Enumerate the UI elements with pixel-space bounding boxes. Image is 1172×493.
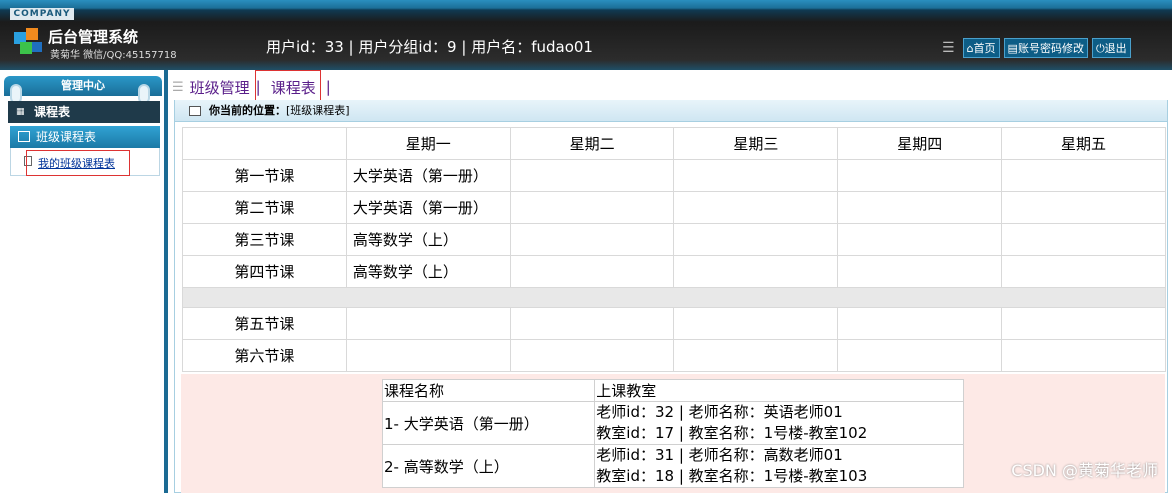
window-icon: [189, 106, 201, 116]
legend-room: 教室id：18 | 教室名称：1号楼-教室103: [596, 467, 868, 485]
course-cell: [837, 307, 1003, 340]
course-cell: 大学英语（第一册）: [345, 191, 511, 224]
tab-separator: |: [325, 78, 331, 96]
legend-teacher: 老师id：32 | 老师名称：英语老师01: [596, 403, 843, 421]
app-header: COMPANY 后台管理系统 黄菊华 微信/QQ:45157718 用户id：3…: [0, 0, 1172, 70]
period-label: 第四节课: [182, 255, 347, 288]
course-cell: [345, 307, 511, 340]
change-password-label: 账号密码修改: [1017, 42, 1084, 55]
sidebar-group-label: 班级课程表: [36, 130, 97, 144]
change-password-button[interactable]: ▤账号密码修改: [1003, 38, 1088, 58]
day-header: 星期五: [1001, 127, 1166, 160]
location-value: [班级课程表]: [286, 104, 350, 117]
course-cell: [673, 223, 839, 256]
period-label: 第五节课: [182, 307, 347, 340]
separator-cell: [182, 287, 1166, 308]
course-cell: 高等数学（上）: [345, 223, 511, 256]
course-cell: [509, 159, 675, 192]
course-cell: [673, 191, 839, 224]
grid-icon: ▦: [16, 107, 25, 117]
period-label: 第一节课: [182, 159, 347, 192]
course-cell: [1001, 191, 1166, 224]
legend-details: 老师id：31 | 老师名称：高数老师01 教室id：18 | 教室名称：1号楼…: [594, 444, 964, 488]
day-header: 星期四: [837, 127, 1003, 160]
system-subtitle: 黄菊华 微信/QQ:45157718: [50, 50, 177, 61]
course-cell: [345, 339, 511, 372]
tab-class-management[interactable]: 班级管理: [184, 77, 256, 98]
day-header: 星期一: [345, 127, 511, 160]
table-row: 第五节课: [182, 307, 1166, 340]
tab-list-icon: ☰: [172, 79, 184, 95]
legend-room: 教室id：17 | 教室名称：1号楼-教室102: [596, 424, 868, 442]
company-badge: COMPANY: [10, 8, 74, 20]
legend-details: 老师id：32 | 老师名称：英语老师01 教室id：17 | 教室名称：1号楼…: [594, 401, 964, 445]
legend-teacher: 老师id：31 | 老师名称：高数老师01: [596, 446, 843, 464]
course-cell: [509, 307, 675, 340]
course-cell: [837, 255, 1003, 288]
logout-button[interactable]: ⏻退出: [1091, 38, 1131, 58]
menu-icon[interactable]: ☰: [942, 40, 955, 56]
table-row: 第二节课 大学英语（第一册）: [182, 191, 1166, 224]
corner-cell: [182, 127, 347, 160]
table-header-row: 星期一 星期二 星期三 星期四 星期五: [182, 127, 1166, 160]
course-cell: [509, 223, 675, 256]
day-header: 星期二: [509, 127, 675, 160]
table-row: 第三节课 高等数学（上）: [182, 223, 1166, 256]
home-button[interactable]: ⌂首页: [962, 38, 1000, 58]
course-cell: 高等数学（上）: [345, 255, 511, 288]
header-links: ☰ ⌂首页 ▤账号密码修改 ⏻退出: [942, 38, 1131, 58]
legend-header: 课程名称: [381, 379, 596, 402]
sidebar: 管理中心 ▦ 课程表 班级课程表 我的班级课程表: [0, 70, 168, 493]
legend-header: 上课教室: [594, 379, 964, 402]
course-cell: 大学英语（第一册）: [345, 159, 511, 192]
legend-course-name: 1- 大学英语（第一册）: [381, 401, 596, 445]
course-cell: [509, 339, 675, 372]
day-header: 星期三: [673, 127, 839, 160]
course-cell: [673, 159, 839, 192]
course-cell: [837, 191, 1003, 224]
tab-bar: ☰ 班级管理 | 课程表 |: [172, 70, 1172, 104]
course-cell: [1001, 255, 1166, 288]
table-row: 第四节课 高等数学（上）: [182, 255, 1166, 288]
course-cell: [673, 255, 839, 288]
course-cell: [1001, 307, 1166, 340]
lunch-separator-row: [182, 287, 1166, 308]
logout-label: 退出: [1104, 42, 1127, 55]
period-label: 第二节课: [182, 191, 347, 224]
course-cell: [837, 339, 1003, 372]
legend-row: 1- 大学英语（第一册） 老师id：32 | 老师名称：英语老师01 教室id：…: [381, 401, 964, 445]
list-icon: [18, 131, 30, 142]
period-label: 第三节课: [182, 223, 347, 256]
course-cell: [673, 307, 839, 340]
table-row: 第六节课: [182, 339, 1166, 372]
highlight-box: [255, 70, 321, 104]
location-prefix: 你当前的位置：: [209, 104, 286, 117]
schedule-table: 星期一 星期二 星期三 星期四 星期五 第一节课 大学英语（第一册） 第二节课 …: [182, 127, 1166, 372]
course-cell: [509, 255, 675, 288]
watermark: CSDN @黄菊华老师: [1011, 461, 1158, 480]
sidebar-group-class-schedule[interactable]: 班级课程表: [10, 126, 160, 148]
sidebar-section-label: 课程表: [34, 105, 71, 119]
legend-header-row: 课程名称 上课教室: [381, 379, 964, 402]
home-label: 首页: [973, 42, 996, 55]
course-cell: [1001, 223, 1166, 256]
period-label: 第六节课: [182, 339, 347, 372]
user-info: 用户id：33 | 用户分组id：9 | 用户名：fudao01: [266, 38, 593, 56]
course-cell: [837, 159, 1003, 192]
sidebar-section-schedule[interactable]: ▦ 课程表: [8, 101, 160, 123]
legend-course-name: 2- 高等数学（上）: [381, 444, 596, 488]
course-cell: [837, 223, 1003, 256]
logo-cubes-icon: [14, 28, 42, 54]
course-cell: [1001, 159, 1166, 192]
location-bar: 你当前的位置：[班级课程表]: [175, 100, 1167, 122]
legend-row: 2- 高等数学（上） 老师id：31 | 老师名称：高数老师01 教室id：18…: [381, 444, 964, 488]
highlight-box: [26, 150, 130, 176]
course-cell: [673, 339, 839, 372]
system-title: 后台管理系统: [48, 28, 139, 46]
course-cell: [1001, 339, 1166, 372]
table-row: 第一节课 大学英语（第一册）: [182, 159, 1166, 192]
course-cell: [509, 191, 675, 224]
course-legend-table: 课程名称 上课教室 1- 大学英语（第一册） 老师id：32 | 老师名称：英语…: [381, 379, 964, 488]
